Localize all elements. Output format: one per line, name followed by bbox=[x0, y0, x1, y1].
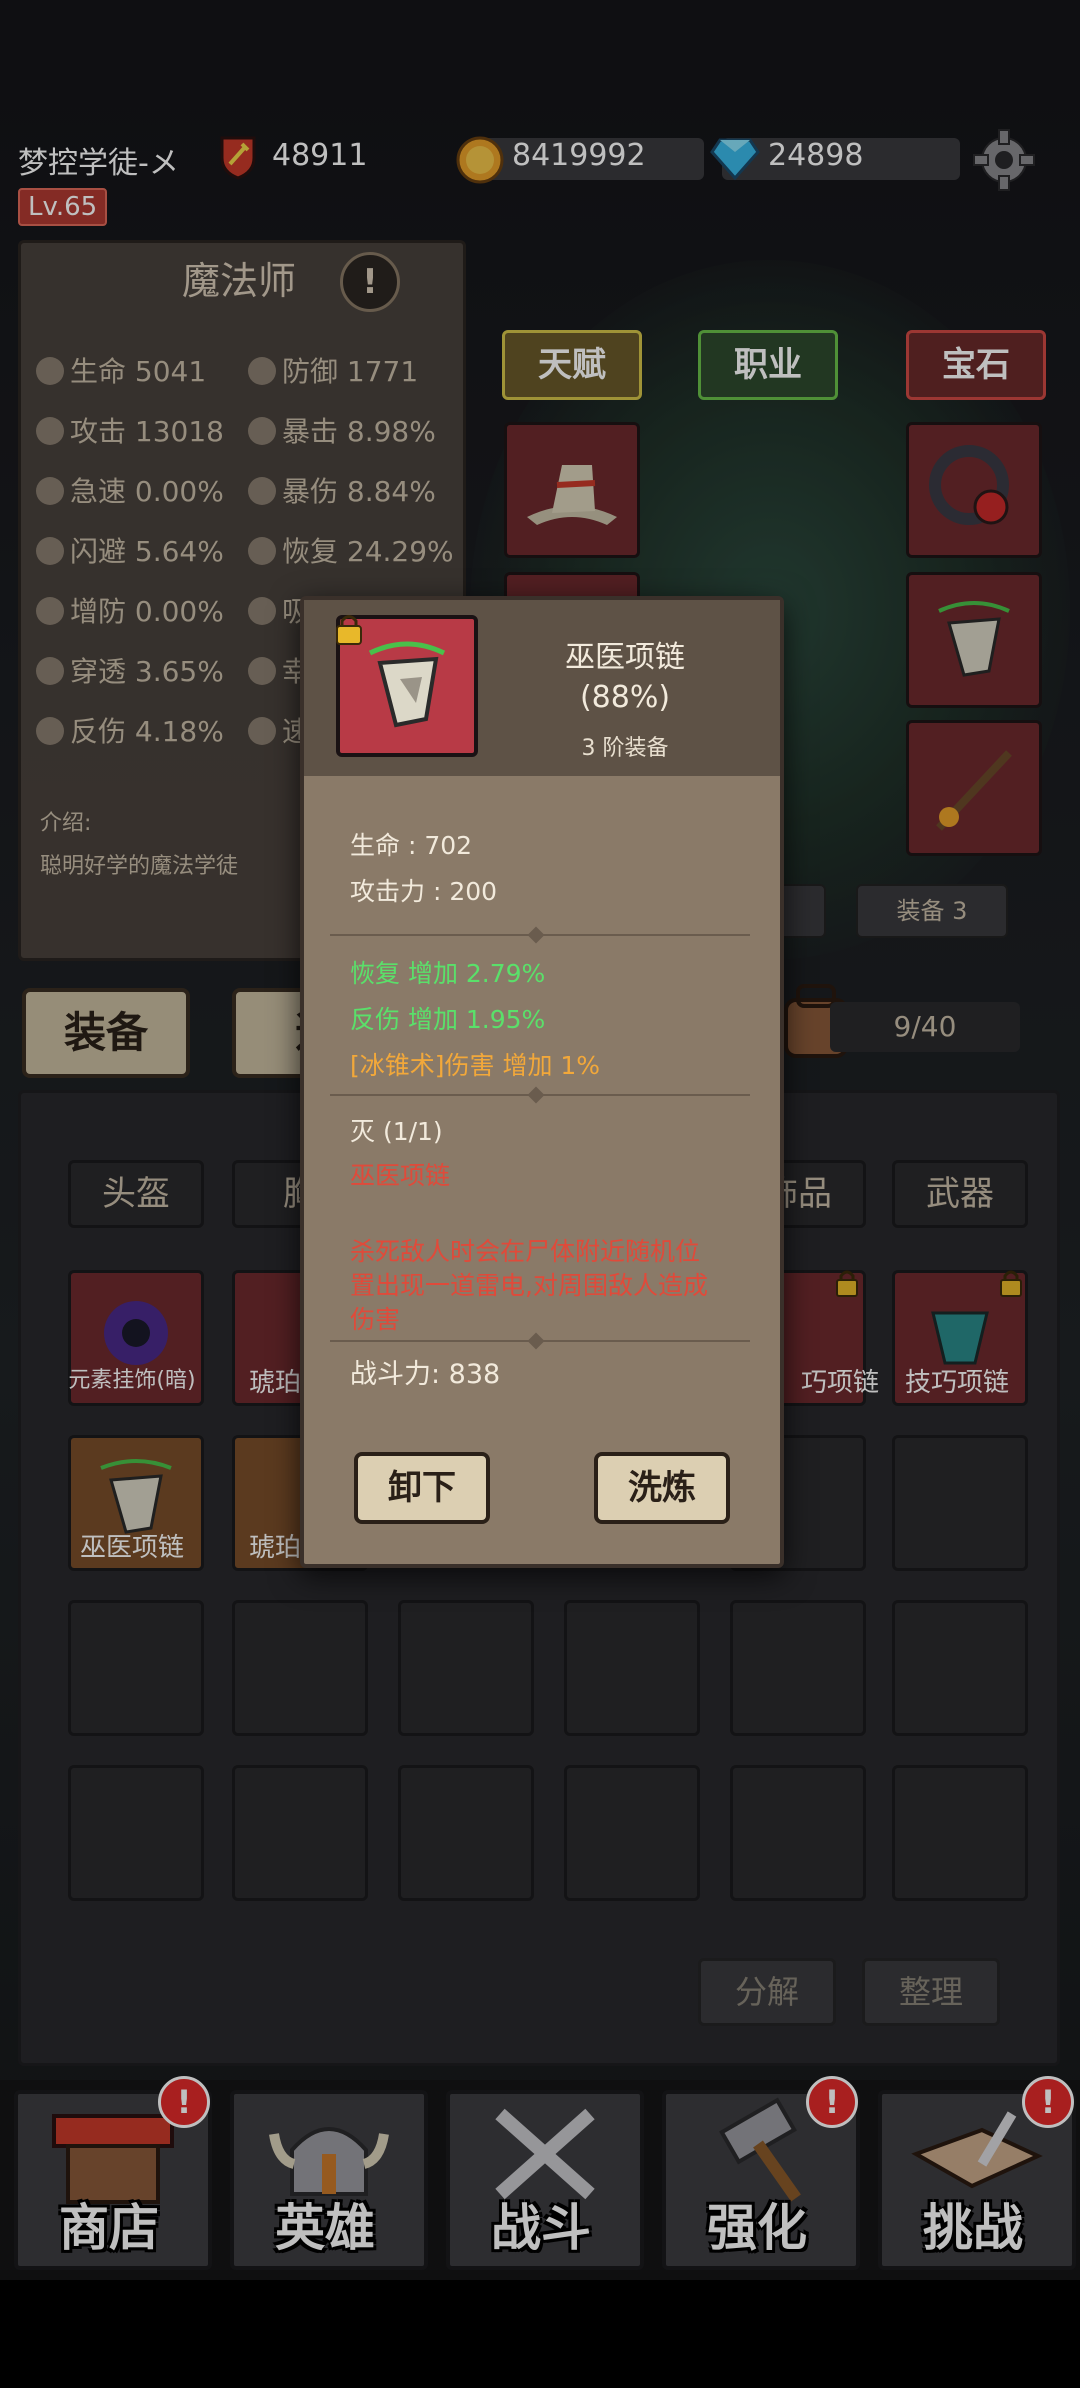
set-item: 巫医项链 bbox=[350, 1161, 451, 1190]
bonus-stat: 反伤 增加 1.95% bbox=[350, 1005, 546, 1034]
item-name: 巫医项链 bbox=[565, 640, 685, 675]
item-tier: 3 阶装备 bbox=[581, 736, 669, 761]
bonus-stat: 恢复 增加 2.79% bbox=[350, 959, 546, 988]
set-effect-line: 杀死敌人时会在尸体附近随机位 bbox=[350, 1237, 701, 1266]
divider bbox=[330, 1340, 750, 1342]
divider bbox=[330, 934, 750, 936]
set-effect-line: 伤害 bbox=[350, 1305, 401, 1334]
set-name: 灭 (1/1) bbox=[350, 1117, 443, 1146]
set-effect-line: 置出现一道雷电,对周围敌人造成 bbox=[350, 1271, 708, 1300]
base-stat: 生命 : 702 bbox=[350, 831, 473, 860]
bonus-stat: [冰锥术]伤害 增加 1% bbox=[350, 1051, 601, 1080]
system-nav-bar bbox=[0, 2280, 1080, 2388]
lock-icon[interactable] bbox=[334, 612, 364, 646]
base-stat: 攻击力 : 200 bbox=[350, 877, 498, 906]
divider bbox=[330, 1094, 750, 1096]
item-quality: (88%) bbox=[579, 680, 671, 715]
unequip-button[interactable]: 卸下 bbox=[354, 1452, 490, 1524]
reforge-button[interactable]: 洗炼 bbox=[594, 1452, 730, 1524]
item-combat-power: 战斗力: 838 bbox=[350, 1359, 501, 1390]
